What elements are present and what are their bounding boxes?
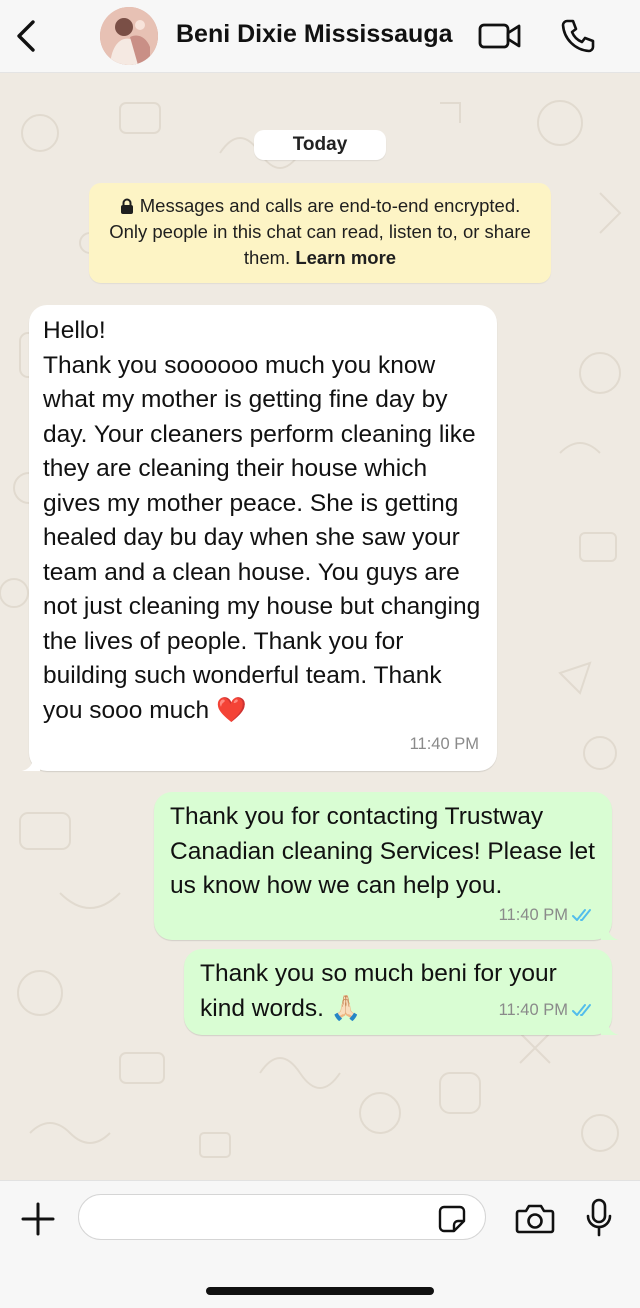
double-check-icon <box>572 1003 591 1016</box>
video-call-button[interactable] <box>476 18 524 54</box>
encryption-notice[interactable]: Messages and calls are end-to-end encryp… <box>89 183 551 283</box>
incoming-message-bubble[interactable]: Hello! Thank you soooooo much you know w… <box>22 305 497 771</box>
bubble-tail <box>601 1017 619 1035</box>
message-meta: 11:40 PM <box>499 993 596 1028</box>
message-input[interactable] <box>78 1194 486 1240</box>
learn-more-link[interactable]: Learn more <box>295 247 396 268</box>
lock-icon <box>120 198 133 214</box>
bubble-tail <box>22 753 40 771</box>
sticker-button[interactable] <box>436 1203 468 1235</box>
contact-name[interactable]: Beni Dixie Mississauga <box>176 20 453 49</box>
voice-call-button[interactable] <box>558 16 598 56</box>
message-text: Thank you for contacting Trustway Canadi… <box>170 803 595 899</box>
chat-area[interactable]: Today Messages and calls are end-to-end … <box>0 73 640 1180</box>
video-camera-icon <box>478 23 521 49</box>
avatar[interactable] <box>100 7 158 65</box>
chevron-left-icon <box>17 20 35 52</box>
camera-icon <box>515 1204 555 1234</box>
plus-icon <box>21 1202 55 1236</box>
attach-button[interactable] <box>18 1199 58 1239</box>
chat-header: Beni Dixie Mississauga <box>0 0 640 73</box>
back-button[interactable] <box>10 14 42 58</box>
avatar-photo <box>100 7 158 65</box>
microphone-icon <box>586 1198 612 1237</box>
double-check-icon <box>572 908 591 921</box>
voice-message-button[interactable] <box>584 1197 614 1239</box>
phone-icon <box>561 19 595 53</box>
message-meta: 11:40 PM <box>410 727 479 762</box>
message-meta: 11:40 PM <box>499 898 596 933</box>
home-indicator[interactable] <box>206 1287 434 1295</box>
message-time: 11:40 PM <box>498 905 568 924</box>
camera-button[interactable] <box>514 1201 556 1237</box>
outgoing-message-bubble[interactable]: Thank you so much beni for your kind wor… <box>184 949 619 1035</box>
outgoing-message-bubble[interactable]: Thank you for contacting Trustway Canadi… <box>154 792 619 940</box>
sticker-icon <box>438 1205 466 1233</box>
message-time: 11:40 PM <box>409 734 479 753</box>
message-text: Hello! Thank you soooooo much you know w… <box>43 317 481 724</box>
bubble-tail <box>601 922 619 940</box>
message-time: 11:40 PM <box>498 1000 568 1019</box>
date-chip: Today <box>254 130 386 160</box>
